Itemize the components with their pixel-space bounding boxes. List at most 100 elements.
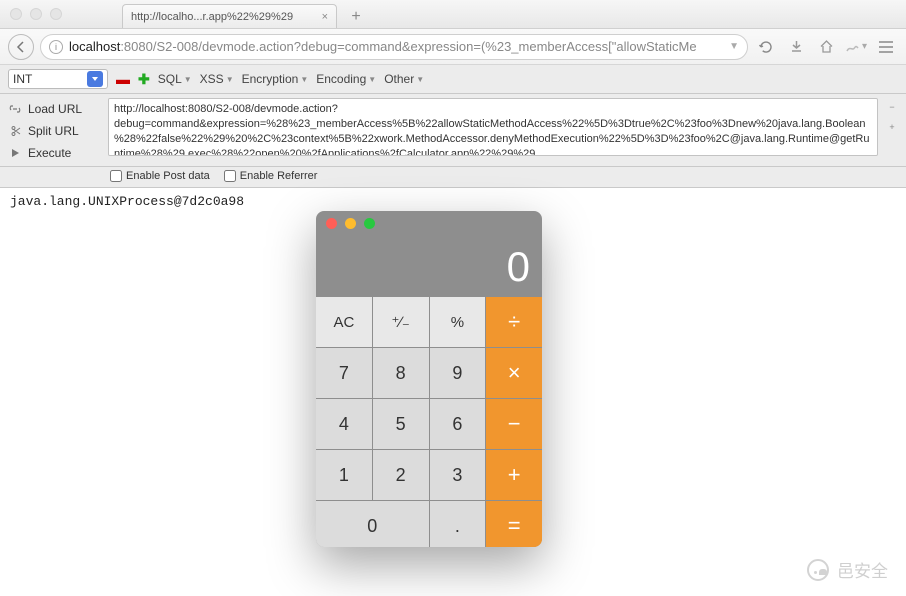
- chevron-down-icon: ▾: [862, 41, 867, 52]
- key-ac[interactable]: AC: [316, 297, 372, 347]
- key-decimal[interactable]: .: [430, 501, 486, 547]
- key-3[interactable]: 3: [430, 450, 486, 500]
- key-percent[interactable]: %: [430, 297, 486, 347]
- key-multiply[interactable]: ×: [486, 348, 542, 398]
- arrow-left-icon: [15, 41, 27, 53]
- watermark-text: 邑安全: [837, 557, 888, 582]
- execute-button[interactable]: Execute: [4, 144, 104, 162]
- load-url-label: Load URL: [28, 102, 82, 116]
- reload-button[interactable]: [754, 35, 778, 59]
- referrer-checkbox-label: Enable Referrer: [240, 170, 318, 182]
- split-url-button[interactable]: Split URL: [4, 122, 104, 140]
- tab-strip: http://localho...r.app%22%29%29 × +: [122, 0, 369, 28]
- calculator-window[interactable]: 0 AC ⁺∕₋ % ÷ 7 8 9 × 4 5 6 − 1 2 3 + 0 .…: [316, 211, 542, 547]
- scissors-icon: [8, 124, 22, 138]
- home-icon: [819, 39, 834, 54]
- traffic-lights: [10, 8, 62, 20]
- key-4[interactable]: 4: [316, 399, 372, 449]
- key-0[interactable]: 0: [316, 501, 429, 547]
- key-equals[interactable]: =: [486, 501, 542, 547]
- db-select-value: INT: [13, 72, 32, 86]
- chevron-down-icon: ▼: [226, 75, 234, 84]
- referrer-checkbox-input[interactable]: [224, 170, 236, 182]
- calculator-keypad: AC ⁺∕₋ % ÷ 7 8 9 × 4 5 6 − 1 2 3 + 0 . =: [316, 297, 542, 547]
- enable-post-checkbox[interactable]: Enable Post data: [110, 170, 210, 182]
- decrement-button[interactable]: ▬: [116, 71, 130, 87]
- select-arrow-icon: [87, 71, 103, 87]
- increment-button[interactable]: ✚: [138, 71, 150, 88]
- menu-encryption[interactable]: Encryption▼: [242, 72, 309, 86]
- back-button[interactable]: [8, 34, 34, 60]
- calc-maximize-button[interactable]: [364, 218, 375, 229]
- window-titlebar: http://localho...r.app%22%29%29 × +: [0, 0, 906, 29]
- calculator-display: 0: [507, 243, 530, 291]
- maximize-window-button[interactable]: [50, 8, 62, 20]
- close-tab-icon[interactable]: ×: [322, 11, 328, 23]
- tab-title: http://localho...r.app%22%29%29: [131, 11, 293, 23]
- link-icon: [8, 102, 22, 116]
- response-output: java.lang.UNIXProcess@7d2c0a98: [10, 194, 244, 209]
- hackbar-main: Load URL Split URL Execute − +: [0, 94, 906, 167]
- key-divide[interactable]: ÷: [486, 297, 542, 347]
- hackbar-side-buttons: − +: [882, 98, 898, 162]
- key-2[interactable]: 2: [373, 450, 429, 500]
- minimize-window-button[interactable]: [30, 8, 42, 20]
- chevron-down-icon: ▼: [368, 75, 376, 84]
- close-window-button[interactable]: [10, 8, 22, 20]
- decrease-button[interactable]: −: [886, 98, 898, 116]
- puzzle-icon: [845, 40, 861, 54]
- increase-button[interactable]: +: [886, 118, 898, 136]
- calc-close-button[interactable]: [326, 218, 337, 229]
- hackbar-toolbar: INT ▬ ✚ SQL▼ XSS▼ Encryption▼ Encoding▼ …: [0, 65, 906, 94]
- wechat-icon: [807, 559, 829, 581]
- db-select[interactable]: INT: [8, 69, 108, 89]
- reload-icon: [758, 39, 774, 55]
- menu-other[interactable]: Other▼: [384, 72, 424, 86]
- url-bar[interactable]: i localhost:8080/S2-008/devmode.action?d…: [40, 34, 748, 60]
- key-8[interactable]: 8: [373, 348, 429, 398]
- post-checkbox-input[interactable]: [110, 170, 122, 182]
- url-history-dropdown-icon[interactable]: ▼: [729, 41, 739, 52]
- key-add[interactable]: +: [486, 450, 542, 500]
- home-button[interactable]: [814, 35, 838, 59]
- key-subtract[interactable]: −: [486, 399, 542, 449]
- load-url-button[interactable]: Load URL: [4, 100, 104, 118]
- extension-button[interactable]: ▾: [844, 35, 868, 59]
- url-path: /S2-008/devmode.action?debug=command&exp…: [153, 39, 697, 54]
- menu-xss[interactable]: XSS▼: [200, 72, 234, 86]
- chevron-down-icon: ▼: [416, 75, 424, 84]
- play-icon: [8, 146, 22, 160]
- site-info-icon[interactable]: i: [49, 40, 63, 54]
- key-6[interactable]: 6: [430, 399, 486, 449]
- key-5[interactable]: 5: [373, 399, 429, 449]
- menu-encoding[interactable]: Encoding▼: [316, 72, 376, 86]
- calc-traffic-lights: [326, 218, 375, 229]
- watermark: 邑安全: [807, 557, 888, 582]
- url-host: localhost: [69, 39, 120, 54]
- hackbar-actions: Load URL Split URL Execute: [4, 98, 104, 162]
- post-checkbox-label: Enable Post data: [126, 170, 210, 182]
- execute-label: Execute: [28, 146, 71, 160]
- key-7[interactable]: 7: [316, 348, 372, 398]
- split-url-label: Split URL: [28, 124, 79, 138]
- calculator-titlebar: 0: [316, 211, 542, 297]
- enable-referrer-checkbox[interactable]: Enable Referrer: [224, 170, 318, 182]
- url-port: :8080: [120, 39, 153, 54]
- browser-tab[interactable]: http://localho...r.app%22%29%29 ×: [122, 4, 337, 28]
- key-9[interactable]: 9: [430, 348, 486, 398]
- chevron-down-icon: ▼: [184, 75, 192, 84]
- menu-sql[interactable]: SQL▼: [158, 72, 192, 86]
- key-1[interactable]: 1: [316, 450, 372, 500]
- menu-button[interactable]: [874, 35, 898, 59]
- new-tab-button[interactable]: +: [343, 6, 369, 28]
- hackbar-url-input[interactable]: [108, 98, 878, 156]
- download-button[interactable]: [784, 35, 808, 59]
- key-plusminus[interactable]: ⁺∕₋: [373, 297, 429, 347]
- hamburger-icon: [878, 40, 894, 54]
- calc-minimize-button[interactable]: [345, 218, 356, 229]
- hackbar-options: Enable Post data Enable Referrer: [0, 167, 906, 188]
- url-text: localhost:8080/S2-008/devmode.action?deb…: [69, 39, 719, 54]
- chevron-down-icon: ▼: [300, 75, 308, 84]
- navigation-toolbar: i localhost:8080/S2-008/devmode.action?d…: [0, 29, 906, 65]
- download-icon: [789, 39, 804, 54]
